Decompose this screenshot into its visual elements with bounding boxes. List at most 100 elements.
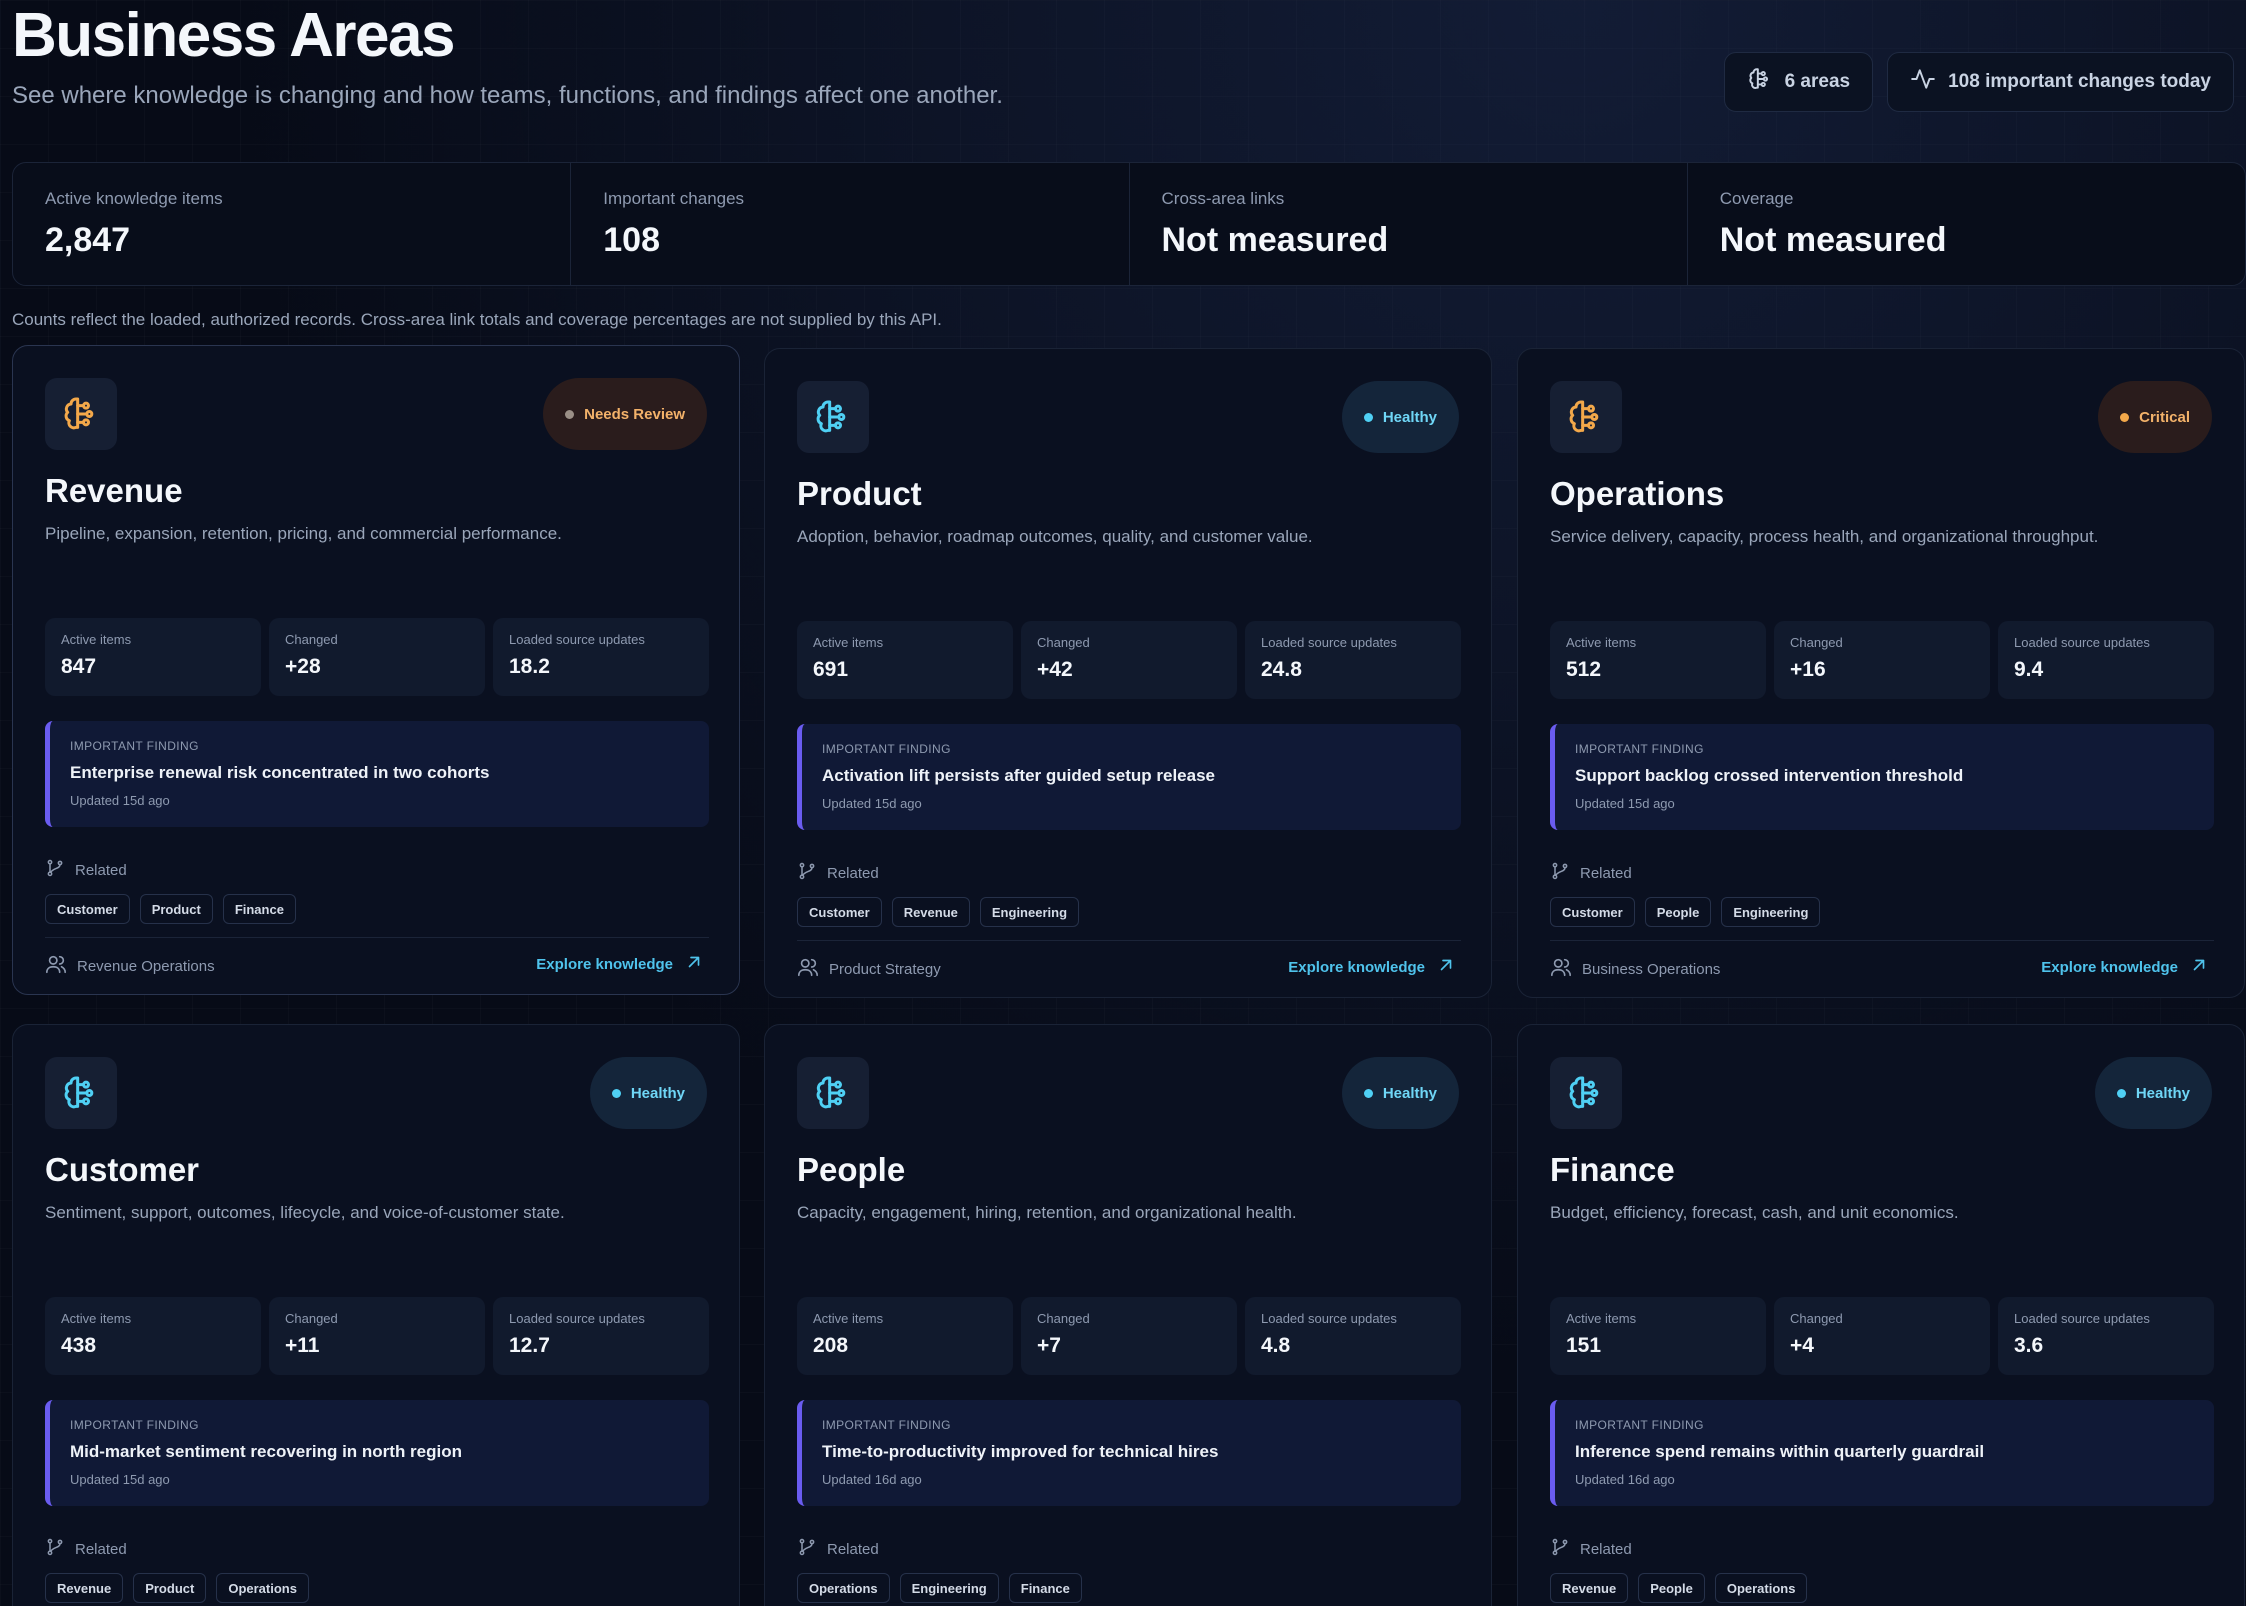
metric-label: Changed [1037, 1311, 1090, 1326]
area-card-operations[interactable]: Critical Operations Service delivery, ca… [1517, 348, 2245, 998]
related-tag[interactable]: Operations [216, 1573, 309, 1603]
important-finding[interactable]: IMPORTANT FINDING Activation lift persis… [797, 724, 1461, 830]
important-finding[interactable]: IMPORTANT FINDING Enterprise renewal ris… [45, 721, 709, 827]
metric-label: Loaded source updates [1261, 635, 1397, 650]
metric-value: 208 [813, 1334, 849, 1357]
area-card-product[interactable]: Healthy Product Adoption, behavior, road… [764, 348, 1492, 998]
metric-changed: Changed +7 [1021, 1297, 1237, 1375]
important-finding[interactable]: IMPORTANT FINDING Mid-market sentiment r… [45, 1400, 709, 1506]
card-description: Adoption, behavior, roadmap outcomes, qu… [797, 527, 1313, 546]
brain-icon [797, 1057, 869, 1129]
metric-label: Loaded source updates [2014, 635, 2150, 650]
arrow-up-right-icon [685, 953, 703, 975]
related-tag[interactable]: Product [139, 894, 213, 924]
area-card-customer[interactable]: Healthy Customer Sentiment, support, out… [12, 1024, 740, 1606]
related-tag[interactable]: Engineering [1721, 897, 1821, 927]
metric-value: 9.4 [2014, 658, 2044, 681]
metric-active-items: Active items 847 [45, 618, 261, 696]
related-tag[interactable]: Customer [797, 897, 882, 927]
metric-loaded-updates: Loaded source updates 12.7 [493, 1297, 709, 1375]
related-tag[interactable]: Engineering [899, 1573, 999, 1603]
finding-label: IMPORTANT FINDING [70, 1418, 199, 1432]
related-tag[interactable]: People [1638, 1573, 1705, 1603]
changes-today-pill[interactable]: 108 important changes today [1887, 52, 2234, 112]
related-tag[interactable]: Engineering [979, 897, 1080, 927]
related-tag[interactable]: Finance [1008, 1573, 1082, 1603]
stat-cross-area-links: Cross-area links Not measured [1130, 163, 1688, 285]
finding-label: IMPORTANT FINDING [1575, 1418, 1704, 1432]
related-tags: Customer Product Finance [45, 894, 296, 924]
finding-label: IMPORTANT FINDING [1575, 742, 1704, 756]
stat-label: Important changes [603, 189, 745, 208]
card-title: Finance [1550, 1151, 1675, 1188]
metric-value: 691 [813, 658, 849, 681]
card-title: Revenue [45, 472, 183, 509]
metric-value: 847 [61, 655, 97, 678]
metric-label: Changed [1037, 635, 1090, 650]
finding-title: Support backlog crossed intervention thr… [1575, 766, 1964, 785]
activity-icon [1910, 66, 1936, 98]
card-title: People [797, 1151, 906, 1188]
finding-updated: Updated 15d ago [70, 1472, 170, 1487]
related-tag[interactable]: Customer [45, 894, 130, 924]
important-finding[interactable]: IMPORTANT FINDING Inference spend remain… [1550, 1400, 2214, 1506]
explore-knowledge-link[interactable]: Explore knowledge [1288, 956, 1455, 978]
related-tags: Operations Engineering Finance [797, 1573, 1082, 1603]
finding-title: Time-to-productivity improved for techni… [822, 1442, 1219, 1461]
related-tag[interactable]: Finance [222, 894, 296, 924]
related-label: Related [1580, 1540, 1632, 1558]
card-description: Capacity, engagement, hiring, retention,… [797, 1203, 1297, 1222]
brain-icon [45, 1057, 117, 1129]
card-divider [797, 940, 1461, 941]
related-header: Related [1550, 1537, 1632, 1561]
area-card-revenue[interactable]: Needs Review Revenue Pipeline, expansion… [12, 345, 740, 995]
explore-label: Explore knowledge [1288, 958, 1425, 976]
card-description: Service delivery, capacity, process heal… [1550, 527, 2099, 546]
git-branch-icon [797, 1537, 817, 1561]
stat-value: Not measured [1161, 221, 1389, 259]
metric-label: Active items [61, 632, 132, 647]
related-tag[interactable]: Revenue [1550, 1573, 1629, 1603]
metric-loaded-updates: Loaded source updates 24.8 [1245, 621, 1461, 699]
related-tag[interactable]: People [1644, 897, 1712, 927]
status-badge: Healthy [1341, 1057, 1459, 1129]
metric-label: Active items [813, 1311, 884, 1326]
finding-updated: Updated 16d ago [1575, 1472, 1675, 1487]
related-label: Related [75, 1540, 127, 1558]
status-badge: Needs Review [543, 378, 707, 450]
related-tag[interactable]: Customer [1550, 897, 1635, 927]
metric-loaded-updates: Loaded source updates 4.8 [1245, 1297, 1461, 1375]
related-tag[interactable]: Revenue [45, 1573, 124, 1603]
card-metrics: Active items 847 Changed +28 Loaded sour… [45, 618, 709, 696]
stat-active-knowledge: Active knowledge items 2,847 [13, 163, 572, 285]
status-badge: Healthy [1341, 381, 1459, 453]
stat-important-changes: Important changes 108 [571, 163, 1130, 285]
data-note: Counts reflect the loaded, authorized re… [12, 310, 942, 329]
important-finding[interactable]: IMPORTANT FINDING Support backlog crosse… [1550, 724, 2214, 830]
card-metrics: Active items 512 Changed +16 Loaded sour… [1550, 621, 2214, 699]
status-dot [611, 1088, 621, 1098]
card-owner: Revenue Operations [45, 953, 215, 979]
area-card-people[interactable]: Healthy People Capacity, engagement, hir… [764, 1024, 1492, 1606]
card-metrics: Active items 208 Changed +7 Loaded sourc… [797, 1297, 1461, 1375]
explore-knowledge-link[interactable]: Explore knowledge [2041, 956, 2208, 978]
areas-count-pill[interactable]: 6 areas [1723, 52, 1874, 112]
related-tag[interactable]: Product [133, 1573, 207, 1603]
related-tag[interactable]: Revenue [891, 897, 970, 927]
stat-coverage: Coverage Not measured [1688, 163, 2245, 285]
metric-value: +4 [1790, 1334, 1814, 1357]
card-title: Customer [45, 1151, 200, 1188]
area-card-finance[interactable]: Healthy Finance Budget, efficiency, fore… [1517, 1024, 2245, 1606]
status-label: Healthy [2135, 1084, 2190, 1102]
arrow-up-right-icon [2190, 956, 2208, 978]
metric-loaded-updates: Loaded source updates 9.4 [1998, 621, 2214, 699]
related-tag[interactable]: Operations [797, 1573, 890, 1603]
users-icon [1550, 956, 1572, 982]
related-tags: Customer Revenue Engineering [797, 897, 1080, 927]
related-tag[interactable]: Operations [1714, 1573, 1808, 1603]
stat-label: Cross-area links [1161, 189, 1285, 208]
metric-active-items: Active items 438 [45, 1297, 261, 1375]
related-tags: Customer People Engineering [1550, 897, 1821, 927]
explore-knowledge-link[interactable]: Explore knowledge [536, 953, 703, 975]
important-finding[interactable]: IMPORTANT FINDING Time-to-productivity i… [797, 1400, 1461, 1506]
